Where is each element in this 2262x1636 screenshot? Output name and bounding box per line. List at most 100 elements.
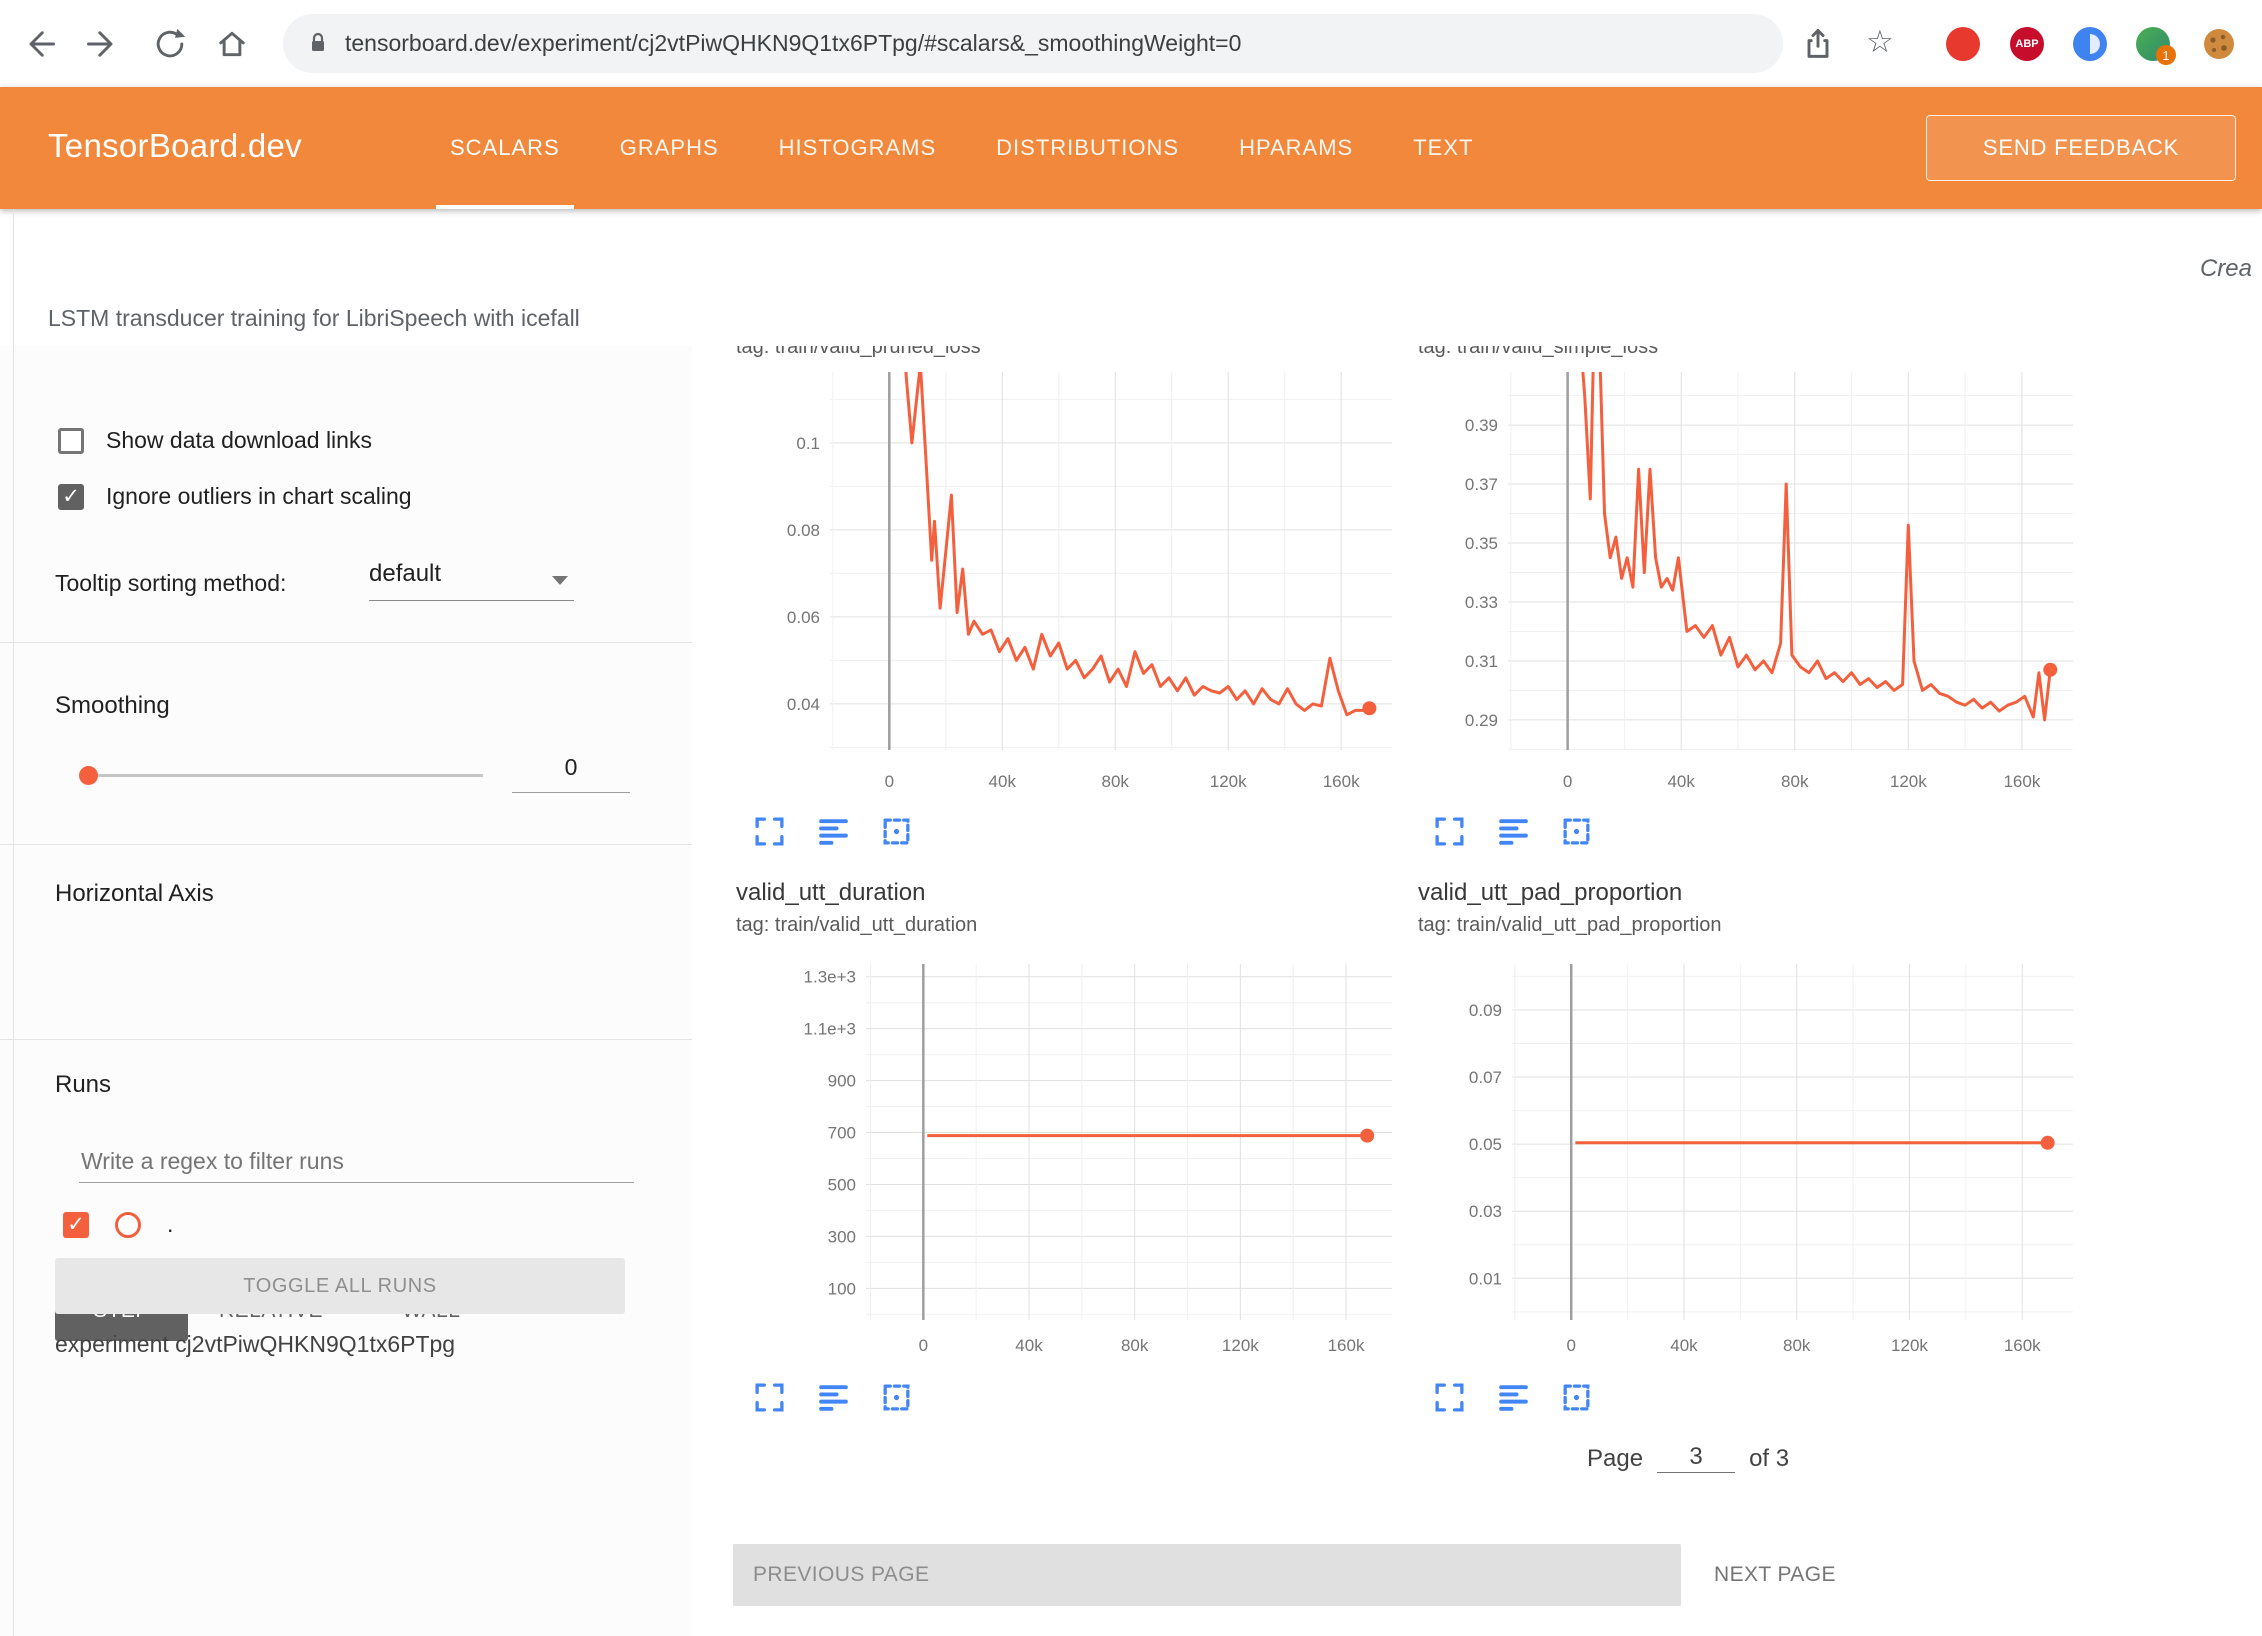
smoothing-slider-thumb[interactable] xyxy=(79,766,98,785)
show-download-links-checkbox[interactable] xyxy=(58,428,84,454)
svg-text:900: 900 xyxy=(828,1072,856,1091)
svg-text:160k: 160k xyxy=(1328,1336,1365,1355)
send-feedback-button[interactable]: SEND FEEDBACK xyxy=(1926,115,2236,181)
svg-text:0.09: 0.09 xyxy=(1469,1001,1502,1020)
show-download-links-row[interactable]: Show data download links xyxy=(58,427,372,454)
log-scale-icon[interactable] xyxy=(1497,815,1530,848)
runs-filter-input[interactable] xyxy=(79,1140,634,1183)
expand-card-icon[interactable] xyxy=(753,1381,786,1414)
extension-blocker-icon[interactable] xyxy=(1946,27,1980,61)
svg-text:1.3e+3: 1.3e+3 xyxy=(804,968,856,987)
tooltip-sorting-label: Tooltip sorting method: xyxy=(55,570,286,597)
svg-text:0.33: 0.33 xyxy=(1465,593,1498,612)
svg-text:0: 0 xyxy=(919,1336,928,1355)
chart-title: valid_utt_pad_proportion xyxy=(1418,879,1682,907)
fit-domain-icon[interactable] xyxy=(1560,815,1593,848)
svg-text:0.31: 0.31 xyxy=(1465,652,1498,671)
smoothing-slider-track[interactable] xyxy=(80,774,483,777)
run-color-swatch[interactable] xyxy=(115,1212,141,1238)
pagination: Page of 3 xyxy=(1587,1442,1789,1473)
svg-text:0.08: 0.08 xyxy=(787,521,820,540)
svg-text:0.05: 0.05 xyxy=(1469,1135,1502,1154)
svg-text:500: 500 xyxy=(828,1175,856,1194)
svg-text:80k: 80k xyxy=(1102,772,1130,791)
previous-page-button[interactable]: PREVIOUS PAGE xyxy=(733,1544,1681,1606)
chart-tag: tag: train/valid_utt_duration xyxy=(736,914,977,937)
divider xyxy=(0,1039,692,1040)
chart-plot[interactable]: 040k80k120k160k0.040.060.080.1 xyxy=(752,372,1402,802)
toggle-all-runs-button[interactable]: TOGGLE ALL RUNS xyxy=(55,1258,625,1314)
url-text: tensorboard.dev/experiment/cj2vtPiwQHKN9… xyxy=(345,30,1241,57)
experiment-toolbar: Crea LSTM transducer training for LibriS… xyxy=(0,209,2262,347)
svg-text:300: 300 xyxy=(828,1227,856,1246)
charts-panel: valid_pruned_loss tag: train/valid_prune… xyxy=(692,346,2262,1636)
svg-text:160k: 160k xyxy=(2003,772,2040,791)
svg-text:0.07: 0.07 xyxy=(1469,1068,1502,1087)
smoothing-value[interactable]: 0 xyxy=(512,754,630,793)
show-download-links-label: Show data download links xyxy=(106,427,372,454)
back-icon[interactable] xyxy=(22,26,58,62)
chart-plot[interactable]: 040k80k120k160k1003005007009001.1e+31.3e… xyxy=(752,964,1402,1364)
chart-plot[interactable]: 040k80k120k160k0.290.310.330.350.370.39 xyxy=(1432,372,2082,802)
svg-text:80k: 80k xyxy=(1783,1336,1811,1355)
svg-text:40k: 40k xyxy=(1015,1336,1043,1355)
svg-text:0: 0 xyxy=(1566,1336,1575,1355)
horizontal-axis-label: Horizontal Axis xyxy=(55,880,214,908)
expand-card-icon[interactable] xyxy=(753,815,786,848)
log-scale-icon[interactable] xyxy=(817,1381,850,1414)
chevron-down-icon xyxy=(552,576,568,585)
ignore-outliers-label: Ignore outliers in chart scaling xyxy=(106,483,412,510)
reload-icon[interactable] xyxy=(152,26,188,62)
profile-avatar[interactable]: 1 xyxy=(2136,27,2170,61)
chart-plot[interactable]: 040k80k120k160k0.010.030.050.070.09 xyxy=(1432,964,2082,1364)
log-scale-icon[interactable] xyxy=(1497,1381,1530,1414)
svg-text:120k: 120k xyxy=(1890,772,1927,791)
expand-card-icon[interactable] xyxy=(1433,1381,1466,1414)
svg-text:700: 700 xyxy=(828,1124,856,1143)
page-number-input[interactable] xyxy=(1657,1442,1735,1473)
ignore-outliers-row[interactable]: ✓ Ignore outliers in chart scaling xyxy=(58,483,412,510)
page-label: Page xyxy=(1587,1445,1643,1473)
svg-text:0.37: 0.37 xyxy=(1465,475,1498,494)
cookie-icon[interactable] xyxy=(2202,27,2236,61)
tooltip-sorting-dropdown[interactable]: default xyxy=(369,560,574,601)
extension-blue-icon[interactable] xyxy=(2073,27,2107,61)
home-icon[interactable] xyxy=(214,26,250,62)
tab-text[interactable]: TEXT xyxy=(1413,87,1473,209)
svg-text:0.06: 0.06 xyxy=(787,608,820,627)
svg-text:120k: 120k xyxy=(1891,1336,1928,1355)
tab-histograms[interactable]: HISTOGRAMS xyxy=(779,87,937,209)
fit-domain-icon[interactable] xyxy=(880,815,913,848)
svg-text:40k: 40k xyxy=(1667,772,1695,791)
share-icon[interactable] xyxy=(1800,26,1836,62)
expand-card-icon[interactable] xyxy=(1433,815,1466,848)
svg-text:0.35: 0.35 xyxy=(1465,534,1498,553)
chart-tag: tag: train/valid_simple_loss xyxy=(1418,346,1658,359)
fit-domain-icon[interactable] xyxy=(880,1381,913,1414)
runs-label: Runs xyxy=(55,1071,111,1099)
svg-text:80k: 80k xyxy=(1121,1336,1149,1355)
tab-hparams[interactable]: HPARAMS xyxy=(1239,87,1353,209)
app-header: TensorBoard.dev SCALARS GRAPHS HISTOGRAM… xyxy=(0,87,2262,209)
tab-graphs[interactable]: GRAPHS xyxy=(620,87,719,209)
page-of-label: of 3 xyxy=(1749,1445,1789,1473)
divider xyxy=(0,844,692,845)
extension-abp-icon[interactable]: ABP xyxy=(2010,27,2044,61)
svg-text:1.1e+3: 1.1e+3 xyxy=(804,1020,856,1039)
svg-text:0: 0 xyxy=(1563,772,1572,791)
tab-scalars[interactable]: SCALARS xyxy=(450,87,560,209)
url-bar[interactable]: tensorboard.dev/experiment/cj2vtPiwQHKN9… xyxy=(283,14,1783,73)
ignore-outliers-checkbox[interactable]: ✓ xyxy=(58,484,84,510)
fit-domain-icon[interactable] xyxy=(1560,1381,1593,1414)
chart-title: valid_utt_duration xyxy=(736,879,925,907)
log-scale-icon[interactable] xyxy=(817,815,850,848)
tab-distributions[interactable]: DISTRIBUTIONS xyxy=(996,87,1179,209)
run-checkbox[interactable]: ✓ xyxy=(63,1212,89,1238)
svg-text:0.04: 0.04 xyxy=(787,695,820,714)
screen: tensorboard.dev/experiment/cj2vtPiwQHKN9… xyxy=(0,0,2262,1636)
next-page-button[interactable]: NEXT PAGE xyxy=(1714,1544,1836,1606)
bookmark-star-icon[interactable]: ☆ xyxy=(1866,24,1894,60)
svg-text:0.01: 0.01 xyxy=(1469,1269,1502,1288)
run-row[interactable]: ✓ . xyxy=(63,1211,173,1238)
forward-icon[interactable] xyxy=(84,26,120,62)
